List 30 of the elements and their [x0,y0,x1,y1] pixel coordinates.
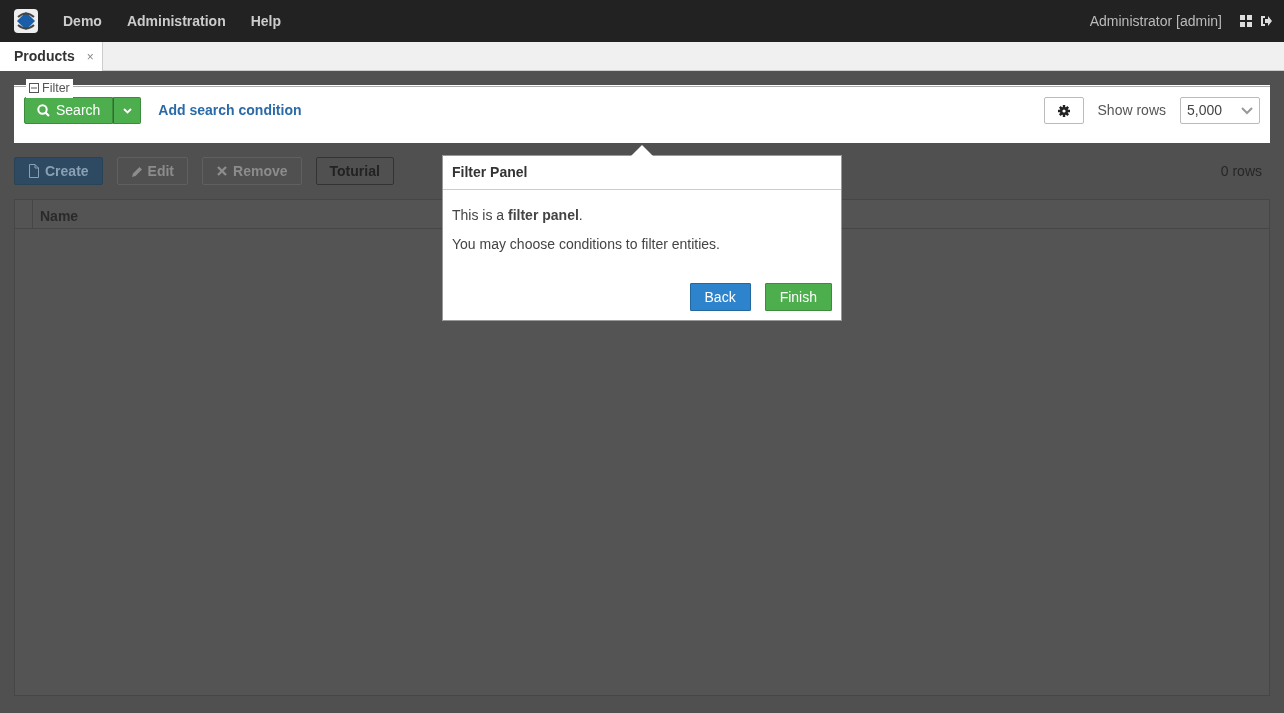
search-button[interactable]: Search [24,97,114,124]
menu-item[interactable]: Help [250,10,282,32]
user-name[interactable]: Administrator [admin] [1089,10,1222,32]
popover-text: This is a filter panel. [452,206,583,225]
caret-icon [122,107,132,114]
pencil-icon [130,164,143,178]
popover-text: You may choose conditions to filter entities. [452,235,720,254]
menu-item[interactable]: Demo [63,10,102,32]
close-icon[interactable]: × [86,47,94,66]
menu-item[interactable]: Administration [126,10,226,32]
caret-icon [1241,106,1253,115]
back-button[interactable]: Back [689,283,751,311]
logo-icon[interactable] [14,9,38,33]
filter-legend: Filter [42,79,70,98]
create-button[interactable]: Create [14,157,103,185]
file-icon [28,164,40,178]
tab[interactable]: Products × [0,42,103,71]
dropdown-button[interactable] [113,97,142,124]
finish-button[interactable]: Finish [764,283,832,311]
collapse-icon[interactable] [29,83,39,94]
settings-button[interactable] [1043,97,1084,124]
close-icon [216,165,229,177]
show-rows-label: Show rows [1097,101,1166,120]
search-icon [37,104,50,117]
settings-icon [1057,104,1070,117]
popover-title: Filter Panel [443,156,841,190]
rows-select[interactable]: 5,000 [1180,97,1260,124]
add-condition-link[interactable]: Add search condition [158,100,302,121]
grid-icon[interactable] [1240,15,1252,27]
sign-out-icon[interactable] [1260,15,1272,27]
